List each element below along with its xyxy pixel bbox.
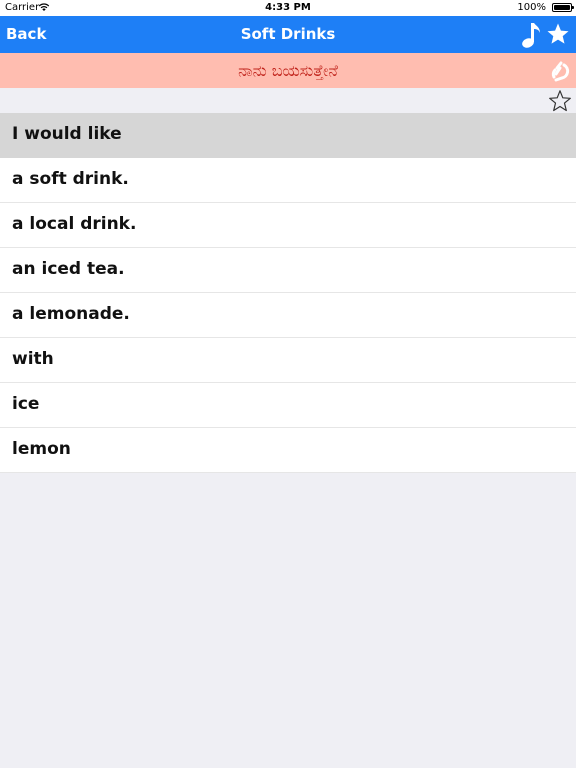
music-note-icon[interactable] bbox=[520, 20, 542, 50]
star-icon[interactable] bbox=[546, 22, 570, 46]
list-item-label: with bbox=[12, 349, 54, 369]
status-time: 4:33 PM bbox=[265, 2, 311, 13]
list-item[interactable]: a lemonade. bbox=[0, 293, 576, 338]
phrase-list: I would like a soft drink. a local drink… bbox=[0, 113, 576, 473]
list-item[interactable]: a local drink. bbox=[0, 203, 576, 248]
list-item[interactable]: an iced tea. bbox=[0, 248, 576, 293]
list-item-label: a local drink. bbox=[12, 214, 137, 234]
outline-star-icon[interactable] bbox=[548, 89, 572, 113]
translation-bar: ನಾನು ಬಯಸುತ್ತೇನೆ bbox=[0, 53, 576, 88]
list-item-label: ice bbox=[12, 394, 40, 414]
list-item[interactable]: lemon bbox=[0, 428, 576, 473]
status-bar: Carrier 4:33 PM 100% bbox=[0, 0, 576, 16]
list-item-label: an iced tea. bbox=[12, 259, 125, 279]
translation-text: ನಾನು ಬಯಸುತ್ತೇನೆ bbox=[238, 61, 338, 80]
favorite-row bbox=[0, 88, 576, 113]
list-item-label: I would like bbox=[12, 124, 122, 144]
battery-icon bbox=[552, 3, 574, 12]
list-item[interactable]: with bbox=[0, 338, 576, 383]
list-item-selected[interactable]: I would like bbox=[0, 113, 576, 158]
list-item[interactable]: ice bbox=[0, 383, 576, 428]
list-item-label: a lemonade. bbox=[12, 304, 130, 324]
navigation-bar: Back Soft Drinks bbox=[0, 16, 576, 53]
page-title: Soft Drinks bbox=[240, 25, 336, 43]
battery-percentage: 100% bbox=[517, 2, 546, 13]
link-icon[interactable] bbox=[548, 59, 572, 83]
list-item-label: lemon bbox=[12, 439, 71, 459]
list-item[interactable]: a soft drink. bbox=[0, 158, 576, 203]
list-item-label: a soft drink. bbox=[12, 169, 129, 189]
